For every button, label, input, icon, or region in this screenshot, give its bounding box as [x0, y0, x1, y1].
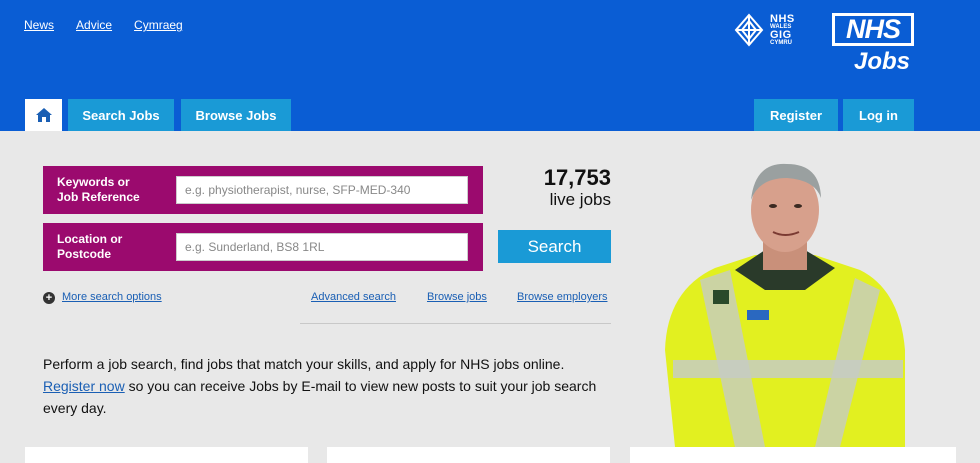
nhs-logo[interactable]: NHS	[832, 13, 914, 46]
search-button[interactable]: Search	[498, 230, 611, 263]
location-label: Location or Postcode	[57, 232, 123, 261]
login-button[interactable]: Log in	[843, 99, 914, 131]
location-row: Location or Postcode	[43, 223, 483, 271]
plus-circle-icon[interactable]: +	[43, 292, 55, 304]
nhs-wales-wordmark: NHS WALES GIG CYMRU	[770, 13, 795, 47]
content-card	[630, 447, 956, 463]
browse-employers-link[interactable]: Browse employers	[517, 291, 607, 303]
register-button[interactable]: Register	[754, 99, 838, 131]
content-card	[25, 447, 308, 463]
main-nav: Search Jobs Browse Jobs Register Log in	[0, 99, 980, 131]
location-input[interactable]	[176, 233, 468, 261]
divider	[300, 323, 611, 324]
advanced-search-link[interactable]: Advanced search	[311, 291, 396, 303]
keywords-input[interactable]	[176, 176, 468, 204]
more-search-options-link[interactable]: More search options	[62, 291, 162, 303]
intro-text: Perform a job search, find jobs that mat…	[43, 356, 597, 416]
news-link[interactable]: News	[24, 18, 54, 32]
advice-link[interactable]: Advice	[76, 18, 112, 32]
live-jobs-count: 17,753	[543, 165, 611, 190]
site-header: News Advice Cymraeg NHS WALES GIG CYMRU …	[0, 0, 980, 131]
content-card	[327, 447, 610, 463]
browse-jobs-link[interactable]: Browse jobs	[427, 291, 487, 303]
live-jobs-label: live jobs	[549, 190, 611, 209]
keywords-row: Keywords or Job Reference	[43, 166, 483, 214]
tab-home[interactable]	[25, 99, 62, 131]
home-icon	[35, 108, 52, 122]
top-links: News Advice Cymraeg	[24, 18, 183, 32]
jobs-wordmark: Jobs	[854, 48, 911, 75]
keywords-label: Keywords or Job Reference	[57, 175, 140, 204]
tab-browse-jobs[interactable]: Browse Jobs	[181, 99, 291, 131]
paramedic-photo	[665, 163, 905, 447]
cymraeg-link[interactable]: Cymraeg	[134, 18, 183, 32]
register-now-link[interactable]: Register now	[43, 378, 125, 394]
tab-search-jobs[interactable]: Search Jobs	[68, 99, 174, 131]
